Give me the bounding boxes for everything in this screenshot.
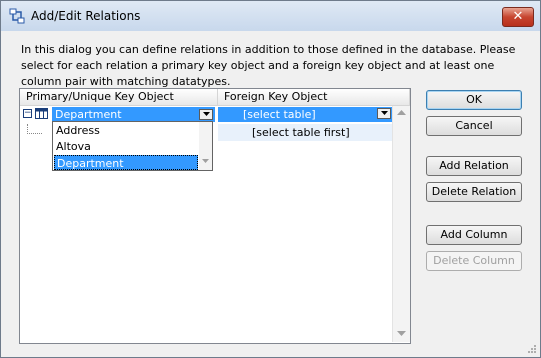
primary-key-dropdown-button[interactable] xyxy=(199,109,213,120)
table-icon xyxy=(35,108,48,119)
chevron-down-icon xyxy=(203,112,210,116)
foreign-key-value: [select table] xyxy=(243,108,316,121)
foreign-key-dropdown-button[interactable] xyxy=(377,108,391,119)
primary-key-dropdown-list[interactable]: Address Altova Department xyxy=(52,121,213,171)
dropdown-option-selected[interactable]: Department xyxy=(54,155,198,170)
chevron-down-icon xyxy=(381,111,388,115)
scroll-down-icon[interactable] xyxy=(202,159,209,164)
primary-key-combobox[interactable]: Department xyxy=(52,107,215,122)
delete-column-button[interactable]: Delete Column xyxy=(426,251,522,271)
column-header-foreign-key[interactable]: Foreign Key Object xyxy=(218,89,410,105)
delete-relation-button[interactable]: Delete Relation xyxy=(426,182,522,202)
close-button[interactable]: ✕ xyxy=(502,7,534,27)
dropdown-scrollbar[interactable] xyxy=(199,122,212,170)
grid-vertical-scrollbar[interactable] xyxy=(392,106,410,342)
foreign-key-column-value: [select table first] xyxy=(252,126,350,139)
add-column-button[interactable]: Add Column xyxy=(426,225,522,245)
resize-grip-icon[interactable] xyxy=(527,344,537,354)
title-bar[interactable]: Add/Edit Relations ✕ xyxy=(1,1,540,31)
foreign-key-combobox[interactable]: [select table] xyxy=(218,107,392,122)
scroll-up-icon[interactable] xyxy=(397,110,406,116)
dropdown-option[interactable]: Address xyxy=(54,123,198,138)
foreign-key-column-cell[interactable]: [select table first] xyxy=(218,124,392,141)
add-edit-relations-dialog: Add/Edit Relations ✕ In this dialog you … xyxy=(0,0,541,358)
add-relation-button[interactable]: Add Relation xyxy=(426,156,522,176)
ok-button[interactable]: OK xyxy=(426,90,522,110)
intro-text: In this dialog you can define relations … xyxy=(21,43,516,88)
tree-connector xyxy=(27,124,42,134)
column-header-primary-key[interactable]: Primary/Unique Key Object xyxy=(20,89,218,105)
primary-key-value: Department xyxy=(55,108,122,121)
cancel-button[interactable]: Cancel xyxy=(426,116,522,136)
scroll-down-icon[interactable] xyxy=(397,331,406,337)
collapse-icon[interactable]: − xyxy=(23,109,32,118)
grid-header: Primary/Unique Key Object Foreign Key Ob… xyxy=(20,89,410,106)
window-title: Add/Edit Relations xyxy=(31,9,141,23)
relations-app-icon xyxy=(9,8,25,24)
dropdown-option[interactable]: Altova xyxy=(54,139,198,154)
